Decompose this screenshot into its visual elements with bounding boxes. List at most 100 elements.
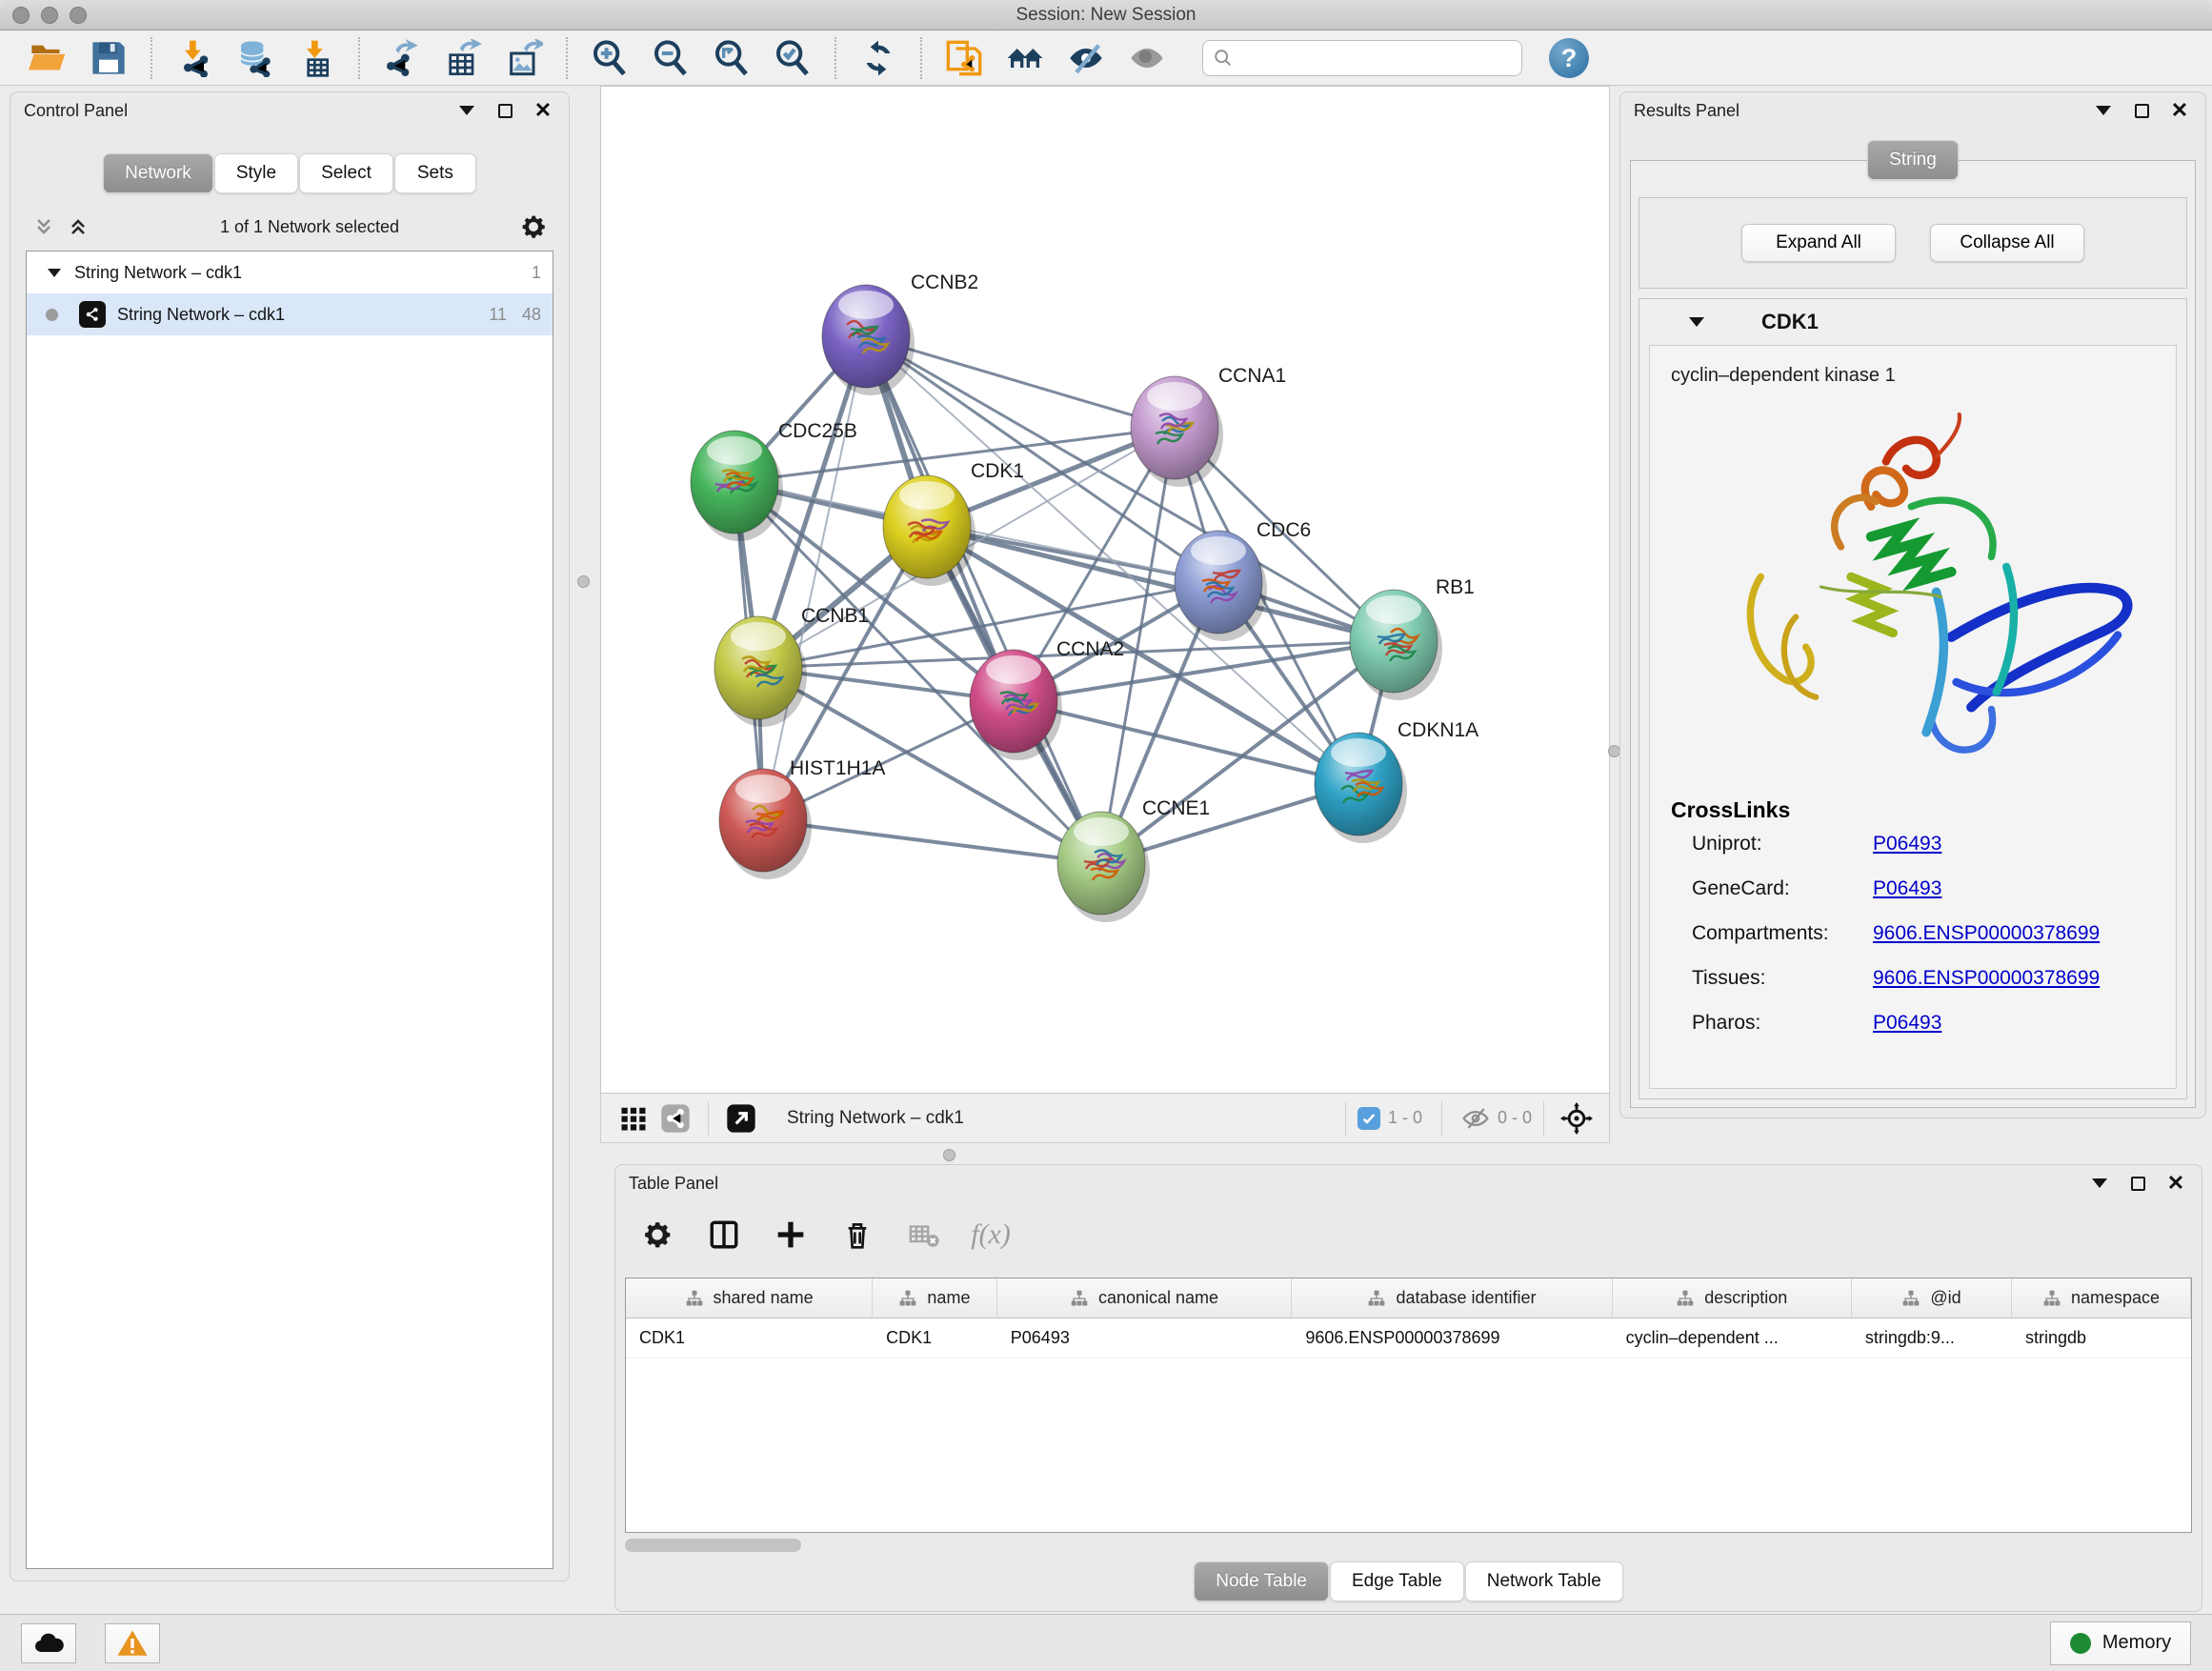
network-collection-row[interactable]: String Network – cdk1 1 — [27, 252, 553, 293]
table-cell[interactable]: stringdb:9... — [1852, 1319, 2012, 1358]
tab-node-table[interactable]: Node Table — [1194, 1561, 1329, 1601]
add-column-button[interactable] — [772, 1216, 810, 1254]
network-canvas[interactable]: CCNB2CCNA1CDC25BCDK1CDC6RB1CCNB1CCNA2CDK… — [600, 86, 1610, 1094]
left-splitter-grip[interactable] — [577, 575, 590, 588]
table-settings-button[interactable] — [638, 1216, 676, 1254]
gear-icon[interactable] — [519, 212, 548, 241]
scrollbar-thumb[interactable] — [625, 1539, 801, 1552]
tab-edge-table[interactable]: Edge Table — [1330, 1561, 1464, 1601]
network-edge[interactable] — [1014, 701, 1358, 784]
crosslink-link[interactable]: P06493 — [1873, 1012, 1941, 1035]
tree-expand-icon[interactable] — [48, 269, 61, 277]
zoom-selected-button[interactable] — [768, 37, 817, 79]
column-header-sharedname[interactable]: shared name — [626, 1278, 873, 1318]
tab-network[interactable]: Network — [103, 153, 213, 193]
network-node-ccnb2[interactable]: CCNB2 — [822, 272, 978, 395]
table-row[interactable]: CDK1CDK1P064939606.ENSP00000378699cyclin… — [626, 1319, 2191, 1359]
section-collapse-icon[interactable] — [1689, 317, 1704, 327]
open-in-window-button[interactable] — [724, 1101, 758, 1136]
delete-column-button[interactable] — [838, 1216, 876, 1254]
network-row[interactable]: String Network – cdk1 11 48 — [27, 293, 553, 335]
hide-selected-button[interactable] — [1061, 37, 1111, 79]
zoom-in-button[interactable] — [585, 37, 634, 79]
search-input[interactable] — [1234, 48, 1512, 69]
warnings-button[interactable] — [105, 1623, 160, 1663]
birds-eye-view-button[interactable] — [1559, 1101, 1594, 1136]
show-all-button[interactable] — [1122, 37, 1172, 79]
panel-menu-button[interactable] — [2087, 1171, 2112, 1196]
network-node-ccnb1[interactable]: CCNB1 — [714, 605, 869, 727]
table-cell[interactable]: 9606.ENSP00000378699 — [1292, 1319, 1612, 1358]
import-network-button[interactable] — [170, 37, 219, 79]
export-network-button[interactable] — [377, 37, 427, 79]
first-neighbors-button[interactable] — [1000, 37, 1050, 79]
zoom-fit-button[interactable] — [707, 37, 756, 79]
cloud-status-button[interactable] — [21, 1623, 76, 1663]
table-cell[interactable]: P06493 — [997, 1319, 1293, 1358]
crosslink-link[interactable]: P06493 — [1873, 877, 1941, 900]
delete-table-button[interactable] — [905, 1216, 943, 1254]
refresh-button[interactable] — [854, 37, 903, 79]
column-header-id[interactable]: @id — [1852, 1278, 2012, 1318]
selected-checkbox[interactable] — [1357, 1107, 1380, 1130]
collapse-all-button[interactable]: Collapse All — [1930, 224, 2084, 262]
table-horizontal-scrollbar[interactable] — [625, 1537, 2192, 1554]
expand-all-icon[interactable] — [66, 215, 90, 238]
network-node-cdkn1a[interactable]: CDKN1A — [1315, 719, 1478, 843]
network-share-button[interactable] — [658, 1101, 693, 1136]
export-table-button[interactable] — [438, 37, 488, 79]
help-button[interactable]: ? — [1549, 38, 1589, 78]
table-cell[interactable]: CDK1 — [626, 1319, 873, 1358]
table-cell[interactable]: CDK1 — [873, 1319, 997, 1358]
tab-select[interactable]: Select — [299, 153, 393, 193]
tab-network-table[interactable]: Network Table — [1465, 1561, 1623, 1601]
tab-string[interactable]: String — [1867, 140, 1959, 180]
clone-network-button[interactable] — [939, 37, 989, 79]
crosslink-link[interactable]: 9606.ENSP00000378699 — [1873, 967, 2100, 990]
float-panel-button[interactable] — [2125, 1171, 2150, 1196]
column-header-description[interactable]: description — [1613, 1278, 1852, 1318]
strip-separator — [1345, 1101, 1346, 1136]
save-session-button[interactable] — [84, 37, 133, 79]
network-node-ccna1[interactable]: CCNA1 — [1131, 365, 1286, 487]
show-columns-button[interactable] — [705, 1216, 743, 1254]
crosslink-link[interactable]: 9606.ENSP00000378699 — [1873, 922, 2100, 945]
table-cell[interactable]: stringdb — [2012, 1319, 2191, 1358]
function-builder-button[interactable]: f(x) — [972, 1216, 1010, 1254]
grid-view-button[interactable] — [616, 1101, 651, 1136]
panel-menu-button[interactable] — [2091, 98, 2116, 123]
memory-button[interactable]: Memory — [2050, 1621, 2191, 1665]
collapse-all-icon[interactable] — [31, 215, 56, 238]
import-network-from-database-button[interactable] — [231, 37, 280, 79]
panel-menu-button[interactable] — [454, 98, 479, 123]
network-edge[interactable] — [866, 336, 1101, 863]
global-search-field[interactable] — [1202, 40, 1522, 76]
column-header-name[interactable]: name — [873, 1278, 997, 1318]
tab-style[interactable]: Style — [214, 153, 298, 193]
network-edge[interactable] — [763, 820, 1101, 863]
network-node-hist1h1a[interactable]: HIST1H1A — [719, 757, 885, 879]
open-session-button[interactable] — [23, 37, 72, 79]
float-panel-button[interactable] — [2129, 98, 2154, 123]
float-panel-button[interactable] — [493, 98, 517, 123]
column-label: shared name — [714, 1288, 814, 1308]
close-panel-button[interactable]: ✕ — [2163, 1171, 2188, 1196]
import-table-button[interactable] — [292, 37, 341, 79]
column-header-databaseidentifier[interactable]: database identifier — [1292, 1278, 1612, 1318]
expand-all-button[interactable]: Expand All — [1741, 224, 1896, 262]
export-image-button[interactable] — [499, 37, 549, 79]
network-node-rb1[interactable]: RB1 — [1350, 576, 1475, 700]
crosslink-link[interactable]: P06493 — [1873, 833, 1941, 856]
table-cell[interactable]: cyclin–dependent ... — [1613, 1319, 1852, 1358]
tab-sets[interactable]: Sets — [394, 153, 476, 193]
column-header-namespace[interactable]: namespace — [2012, 1278, 2191, 1318]
network-graph: CCNB2CCNA1CDC25BCDK1CDC6RB1CCNB1CCNA2CDK… — [601, 87, 1609, 1093]
zoom-out-button[interactable] — [646, 37, 695, 79]
close-panel-button[interactable]: ✕ — [531, 98, 555, 123]
network-edge[interactable] — [763, 336, 866, 820]
gene-section-header[interactable]: CDK1 — [1639, 299, 2186, 345]
column-header-canonicalname[interactable]: canonical name — [997, 1278, 1293, 1318]
bottom-splitter-grip[interactable] — [943, 1149, 955, 1161]
network-node-cdk1[interactable]: CDK1 — [883, 460, 1024, 586]
close-panel-button[interactable]: ✕ — [2167, 98, 2192, 123]
